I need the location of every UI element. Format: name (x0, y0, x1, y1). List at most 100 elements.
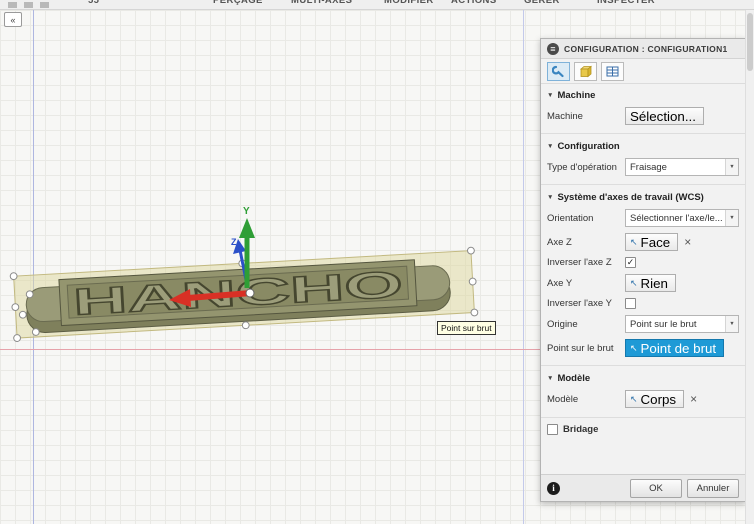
operation-type-label: Type d'opération (547, 161, 617, 173)
ribbon-tool-icon[interactable] (8, 2, 17, 8)
configuration-dialog: ≡ CONFIGURATION : CONFIGURATION1 ▼ Machi… (540, 38, 746, 502)
collapse-triangle-icon: ▼ (547, 375, 554, 382)
setup-icon: ≡ (547, 42, 559, 55)
machine-select-button[interactable]: Sélection... (625, 107, 704, 125)
info-icon[interactable]: i (547, 481, 560, 495)
axis-z-clear-icon[interactable]: × (682, 236, 693, 248)
orientation-dropdown[interactable]: Sélectionner l'axe/le... ▼ (625, 209, 739, 227)
scrollbar-thumb[interactable] (747, 13, 753, 71)
invert-y-label: Inverser l'axe Y (547, 298, 613, 309)
y-axis-label: Y (243, 206, 250, 217)
stock-cube-icon (579, 65, 592, 77)
model-clear-icon[interactable]: × (688, 393, 699, 405)
invert-y-checkbox[interactable] (625, 298, 636, 309)
ribbon-group-gerer[interactable]: GÉRER (524, 0, 560, 6)
machine-row: Machine Sélection... (541, 104, 745, 128)
collapse-triangle-icon: ▼ (547, 92, 554, 99)
ok-button[interactable]: OK (630, 478, 682, 498)
section-configuration-title: Configuration (557, 141, 620, 152)
section-machine-title: Machine (557, 90, 596, 101)
ribbon-toolbar: 55 PERÇAGE MULTI-AXES MODIFIER ACTIONS G… (0, 0, 754, 10)
axis-z-value: Face (640, 234, 671, 250)
wcs-origin-point[interactable] (245, 288, 255, 298)
invert-z-row: Inverser l'axe Z ✓ (541, 254, 745, 271)
table-icon (606, 66, 619, 76)
ribbon-group-modifier[interactable]: MODIFIER (384, 0, 434, 6)
machine-label: Machine (547, 110, 583, 122)
ribbon-group-percage[interactable]: PERÇAGE (213, 0, 263, 6)
selection-tooltip: Point sur brut (437, 321, 496, 335)
orientation-row: Orientation Sélectionner l'axe/le... ▼ (541, 206, 745, 230)
chevron-down-icon: ▼ (725, 210, 738, 226)
origin-dropdown[interactable]: Point sur le brut ▼ (625, 315, 739, 333)
dialog-titlebar[interactable]: ≡ CONFIGURATION : CONFIGURATION1 (541, 39, 745, 59)
model-label: Modèle (547, 393, 579, 405)
axis-y-select-button[interactable]: ↖ Rien (625, 274, 676, 292)
divider (541, 365, 745, 366)
axis-y-value: Rien (640, 275, 668, 291)
section-machine[interactable]: ▼ Machine (541, 84, 745, 104)
clamping-checkbox[interactable] (547, 424, 558, 435)
collapse-icon: « (10, 14, 16, 25)
section-model-title: Modèle (557, 373, 591, 384)
orientation-label: Orientation (547, 212, 594, 224)
divider (541, 184, 745, 185)
tab-stock[interactable] (574, 61, 597, 81)
origin-row: Origine Point sur le brut ▼ (541, 312, 745, 336)
select-cursor-icon: ↖ (630, 277, 638, 288)
axis-y-label: Axe Y (547, 277, 573, 289)
browser-collapse-button[interactable]: « (4, 12, 22, 27)
chevron-down-icon: ▼ (725, 159, 738, 175)
ribbon-group-actions[interactable]: ACTIONS (451, 0, 497, 6)
tab-configuration[interactable] (547, 61, 570, 81)
stock-point-row: Point sur le brut ↖ Point de brut (541, 336, 745, 360)
operation-type-dropdown[interactable]: Fraisage ▼ (625, 158, 739, 176)
invert-y-row: Inverser l'axe Y (541, 295, 745, 312)
axis-z-row: Axe Z ↖ Face × (541, 230, 745, 254)
select-cursor-icon: ↖ (630, 393, 638, 404)
axis-z-select-button[interactable]: ↖ Face (625, 233, 679, 251)
ribbon-group-inspecter[interactable]: INSPECTER (597, 0, 655, 6)
fusion-manufacture-app: 55 PERÇAGE MULTI-AXES MODIFIER ACTIONS G… (0, 0, 754, 524)
clamping-label: Bridage (563, 424, 599, 435)
operation-type-value: Fraisage (630, 161, 667, 173)
chevron-down-icon: ▼ (725, 316, 738, 332)
origin-label: Origine (547, 318, 578, 330)
vertical-scrollbar[interactable] (745, 10, 754, 524)
dialog-title: CONFIGURATION : CONFIGURATION1 (564, 43, 728, 54)
section-model[interactable]: ▼ Modèle (541, 367, 745, 387)
select-cursor-icon: ↖ (630, 236, 638, 247)
tab-post-process[interactable] (601, 61, 624, 81)
axis-z-label: Axe Z (547, 236, 572, 248)
ribbon-group-multiaxes[interactable]: MULTI-AXES (291, 0, 352, 6)
collapse-triangle-icon: ▼ (547, 194, 554, 201)
invert-z-label: Inverser l'axe Z (547, 257, 612, 268)
section-wcs-title: Système d'axes de travail (WCS) (557, 192, 704, 203)
clamping-section: Bridage (541, 417, 745, 441)
ribbon-tool-icon[interactable] (40, 2, 49, 8)
model-row: Modèle ↖ Corps × (541, 387, 745, 411)
section-wcs[interactable]: ▼ Système d'axes de travail (WCS) (541, 186, 745, 206)
ribbon-tool-icon[interactable] (24, 2, 33, 8)
collapse-triangle-icon: ▼ (547, 143, 554, 150)
origin-value: Point sur le brut (630, 318, 697, 330)
orientation-value: Sélectionner l'axe/le... (630, 212, 723, 224)
invert-z-checkbox[interactable]: ✓ (625, 257, 636, 268)
wrench-icon (552, 65, 564, 77)
z-axis-label: Z (231, 237, 237, 247)
stock-point-label: Point sur le brut (547, 342, 614, 354)
axis-y-row: Axe Y ↖ Rien (541, 271, 745, 295)
divider (541, 133, 745, 134)
operation-type-row: Type d'opération Fraisage ▼ (541, 155, 745, 179)
select-cursor-icon: ↖ (630, 342, 638, 353)
model-value: Corps (640, 391, 677, 407)
model-canvas: HANCHO Z Y (9, 206, 479, 342)
ribbon-group-label[interactable]: 55 (88, 0, 99, 6)
section-configuration[interactable]: ▼ Configuration (541, 135, 745, 155)
stock-point-value: Point de brut (640, 340, 717, 356)
cancel-button[interactable]: Annuler (687, 478, 739, 498)
dialog-tabs (541, 59, 745, 84)
model-select-button[interactable]: ↖ Corps (625, 390, 685, 408)
dialog-footer: i OK Annuler (541, 474, 745, 501)
stock-point-select-button[interactable]: ↖ Point de brut (625, 339, 725, 357)
